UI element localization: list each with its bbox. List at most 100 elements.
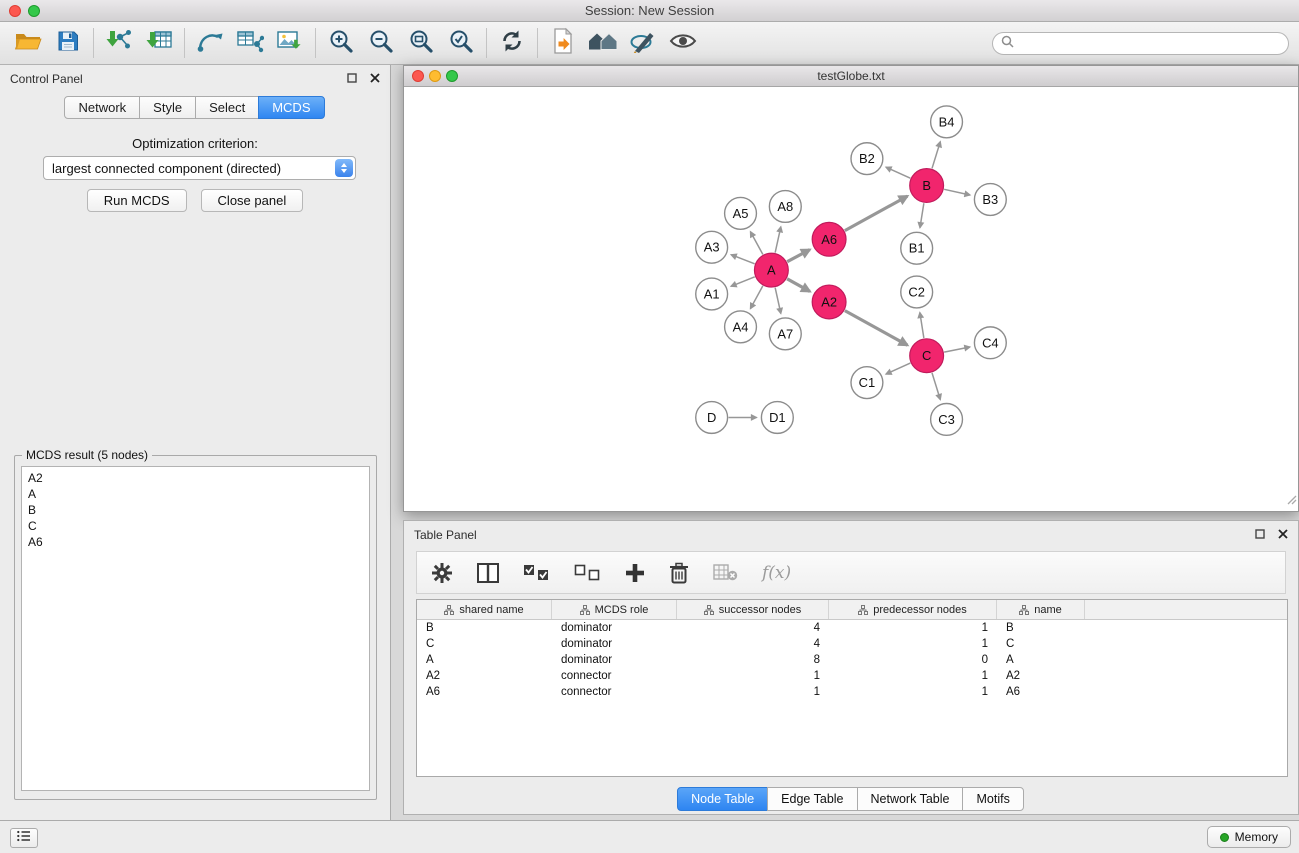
table-row[interactable]: A2connector11A2 [417,668,1287,684]
close-panel-icon[interactable] [370,72,380,86]
graph-node-B4[interactable]: B4 [931,106,963,138]
table-cell[interactable]: 1 [829,622,997,634]
graph-node-B2[interactable]: B2 [851,143,883,175]
delete-row-button[interactable] [669,562,689,584]
graph-edge-A6-B[interactable] [845,196,908,231]
mcds-result-list[interactable]: A2ABCA6 [21,466,370,791]
graph-node-B1[interactable]: B1 [901,232,933,264]
table-cell[interactable]: 4 [677,622,829,634]
close-table-panel-icon[interactable] [1278,528,1288,542]
close-window-button[interactable] [9,5,21,17]
table-cell[interactable]: 1 [677,670,829,682]
zoom-network-window-button[interactable] [446,70,458,82]
apply-function-button[interactable]: f(x) [762,563,791,583]
graph-node-C4[interactable]: C4 [974,327,1006,359]
resize-grip-icon[interactable] [1285,492,1297,510]
graph-edge-A-A8[interactable] [775,227,781,253]
table-cell[interactable]: C [997,638,1085,650]
graph-node-C1[interactable]: C1 [851,367,883,399]
table-cell[interactable]: 1 [829,670,997,682]
table-cell[interactable]: A [417,654,552,666]
graph-edge-C-C2[interactable] [920,313,924,338]
table-row[interactable]: Adominator80A [417,652,1287,668]
graph-edge-B-B2[interactable] [886,167,910,178]
close-panel-button[interactable]: Close panel [201,189,304,212]
import-network-button[interactable] [99,25,139,61]
tab-style[interactable]: Style [139,96,196,119]
result-item[interactable]: A2 [28,470,363,486]
memory-button[interactable]: Memory [1207,826,1291,848]
table-cell[interactable]: A [997,654,1085,666]
float-panel-icon[interactable] [347,72,357,86]
tab-edge-table[interactable]: Edge Table [767,787,857,811]
graph-node-C3[interactable]: C3 [931,404,963,436]
tab-motifs[interactable]: Motifs [962,787,1023,811]
table-cell[interactable]: connector [552,686,677,698]
run-mcds-button[interactable]: Run MCDS [87,189,187,212]
clear-table-button[interactable] [713,564,738,581]
graph-node-C[interactable]: C [910,339,944,373]
tab-node-table[interactable]: Node Table [677,787,768,811]
graph-node-C2[interactable]: C2 [901,276,933,308]
table-cell[interactable]: 1 [829,638,997,650]
table-row[interactable]: A6connector11A6 [417,684,1287,700]
graph-node-A8[interactable]: A8 [769,191,801,223]
float-table-panel-icon[interactable] [1255,528,1265,542]
zoom-out-button[interactable] [361,25,401,61]
graph-edge-B-B4[interactable] [932,142,940,169]
close-network-window-button[interactable] [412,70,424,82]
network-from-url-button[interactable] [190,25,230,61]
table-cell[interactable]: A6 [997,686,1085,698]
table-cell[interactable]: connector [552,670,677,682]
graph-node-D1[interactable]: D1 [761,402,793,434]
zoom-in-button[interactable] [321,25,361,61]
table-cell[interactable]: B [417,622,552,634]
graph-node-A7[interactable]: A7 [769,318,801,350]
new-network-from-table-button[interactable] [230,25,270,61]
zoom-window-button[interactable] [28,5,40,17]
graph-edge-B-B3[interactable] [944,189,970,195]
tab-mcds[interactable]: MCDS [258,96,324,119]
open-file-button[interactable] [8,25,48,61]
graph-node-A3[interactable]: A3 [696,231,728,263]
add-row-button[interactable] [625,563,645,583]
graph-node-D[interactable]: D [696,402,728,434]
graph-node-B[interactable]: B [910,169,944,203]
graph-node-A[interactable]: A [754,253,788,287]
result-item[interactable]: B [28,502,363,518]
tab-network-table[interactable]: Network Table [857,787,964,811]
export-image-button[interactable] [270,25,310,61]
graph-edge-A-A5[interactable] [750,232,762,255]
graph-node-A2[interactable]: A2 [812,285,846,319]
network-canvas[interactable]: B4B2BB3A5A8A6B1A3AA1A2C2A4A7C4CC1C3DD1 [404,88,1298,511]
zoom-selected-button[interactable] [441,25,481,61]
graph-node-A4[interactable]: A4 [725,311,757,343]
table-cell[interactable]: A6 [417,686,552,698]
graph-edge-C-C1[interactable] [886,363,910,374]
tab-network[interactable]: Network [64,96,140,119]
graph-node-A5[interactable]: A5 [725,197,757,229]
network-graph[interactable]: B4B2BB3A5A8A6B1A3AA1A2C2A4A7C4CC1C3DD1 [404,88,1298,511]
table-row[interactable]: Cdominator41C [417,636,1287,652]
table-cell[interactable]: B [997,622,1085,634]
graph-node-A1[interactable]: A1 [696,278,728,310]
graph-edge-C-C3[interactable] [932,373,940,400]
table-cell[interactable]: 0 [829,654,997,666]
deselect-all-button[interactable] [574,564,601,582]
search-field[interactable] [992,32,1289,55]
table-cell[interactable]: 8 [677,654,829,666]
import-table-button[interactable] [139,25,179,61]
show-graphics-details-button[interactable] [663,25,703,61]
graph-edge-A-A6[interactable] [787,250,810,262]
column-header[interactable]: MCDS role [552,600,677,619]
table-cell[interactable]: 4 [677,638,829,650]
annotation-mode-button[interactable] [623,25,663,61]
table-cell[interactable]: dominator [552,638,677,650]
optimization-criterion-dropdown[interactable]: largest connected component (directed) [43,156,356,180]
table-cell[interactable]: C [417,638,552,650]
graph-node-A6[interactable]: A6 [812,222,846,256]
graph-edge-C-C4[interactable] [944,347,970,352]
table-cell[interactable]: dominator [552,654,677,666]
table-cell[interactable]: A2 [417,670,552,682]
table-cell[interactable]: 1 [677,686,829,698]
